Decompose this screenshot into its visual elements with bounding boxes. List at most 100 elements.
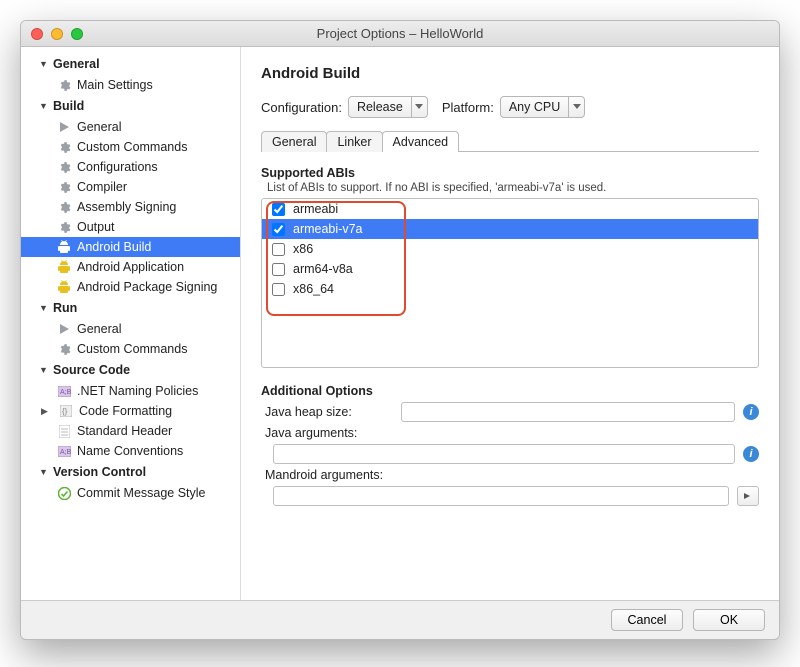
window-title: Project Options – HelloWorld bbox=[21, 26, 779, 41]
sidebar-item-label: .NET Naming Policies bbox=[77, 384, 198, 398]
abi-label: x86 bbox=[293, 242, 313, 256]
abi-checkbox[interactable] bbox=[272, 263, 285, 276]
sidebar-item[interactable]: A;B .NET Naming Policies bbox=[21, 381, 240, 401]
svg-text:A;B: A;B bbox=[60, 449, 71, 456]
play-gray-icon bbox=[57, 322, 71, 336]
gear-icon bbox=[57, 200, 71, 214]
sidebar-item-label: General bbox=[77, 322, 121, 336]
sidebar-item[interactable]: Compiler bbox=[21, 177, 240, 197]
disclosure-triangle-icon: ▼ bbox=[39, 101, 49, 111]
gear-icon bbox=[57, 180, 71, 194]
sidebar-item[interactable]: Main Settings bbox=[21, 75, 240, 95]
svg-text:{}: {} bbox=[62, 407, 68, 416]
disclosure-triangle-icon: ▶ bbox=[41, 406, 51, 417]
abi-label: armeabi-v7a bbox=[293, 222, 362, 236]
java-heap-input[interactable] bbox=[401, 402, 735, 422]
abi-checkbox[interactable] bbox=[272, 243, 285, 256]
sidebar-item-label: Android Application bbox=[77, 260, 184, 274]
abi-label: arm64-v8a bbox=[293, 262, 353, 276]
configuration-select[interactable]: Release bbox=[348, 96, 428, 118]
tag-icon: A;B bbox=[57, 384, 71, 398]
sidebar-group[interactable]: ▼Version Control bbox=[21, 461, 240, 483]
sidebar-item[interactable]: General bbox=[21, 319, 240, 339]
sidebar-item[interactable]: ▶{}Code Formatting bbox=[21, 401, 240, 421]
sidebar-item-label: Compiler bbox=[77, 180, 127, 194]
play-gray-icon bbox=[57, 120, 71, 134]
abi-label: x86_64 bbox=[293, 282, 334, 296]
mandroid-args-label: Mandroid arguments: bbox=[261, 468, 393, 482]
chevron-down-icon bbox=[411, 97, 427, 117]
sidebar-item[interactable]: Commit Message Style bbox=[21, 483, 240, 503]
sidebar-item[interactable]: General bbox=[21, 117, 240, 137]
sidebar-item-label: Android Build bbox=[77, 240, 151, 254]
dialog-window: Project Options – HelloWorld ▼GeneralMai… bbox=[20, 20, 780, 640]
sidebar-item-label: Standard Header bbox=[77, 424, 172, 438]
supported-abis-title: Supported ABIs bbox=[261, 166, 759, 180]
sidebar-item-label: Configurations bbox=[77, 160, 158, 174]
abi-row[interactable]: x86_64 bbox=[262, 279, 758, 299]
sidebar-item[interactable]: Output bbox=[21, 217, 240, 237]
dialog-footer: Cancel OK bbox=[21, 600, 779, 639]
disclosure-triangle-icon: ▼ bbox=[39, 467, 49, 477]
abi-list: armeabi armeabi-v7a x86 arm64-v8a x86_64 bbox=[261, 198, 759, 368]
info-icon[interactable]: i bbox=[743, 404, 759, 420]
sidebar: ▼GeneralMain Settings▼BuildGeneralCustom… bbox=[21, 47, 241, 600]
mandroid-args-input[interactable] bbox=[273, 486, 729, 506]
abi-row[interactable]: arm64-v8a bbox=[262, 259, 758, 279]
abi-checkbox[interactable] bbox=[272, 283, 285, 296]
sidebar-group[interactable]: ▼Run bbox=[21, 297, 240, 319]
gear-icon bbox=[57, 140, 71, 154]
android-yellow-icon bbox=[57, 260, 71, 274]
ok-button[interactable]: OK bbox=[693, 609, 765, 631]
abi-row[interactable]: armeabi-v7a bbox=[262, 219, 758, 239]
sidebar-item-label: General bbox=[77, 120, 121, 134]
info-icon[interactable]: i bbox=[743, 446, 759, 462]
sidebar-item[interactable]: Assembly Signing bbox=[21, 197, 240, 217]
platform-label: Platform: bbox=[442, 100, 494, 115]
sidebar-item-label: Custom Commands bbox=[77, 140, 187, 154]
sidebar-item-label: Output bbox=[77, 220, 115, 234]
sidebar-item[interactable]: Configurations bbox=[21, 157, 240, 177]
abi-checkbox[interactable] bbox=[272, 223, 285, 236]
code-icon: {} bbox=[59, 404, 73, 418]
abi-row[interactable]: x86 bbox=[262, 239, 758, 259]
cancel-button[interactable]: Cancel bbox=[611, 609, 683, 631]
tab[interactable]: General bbox=[261, 131, 327, 152]
sidebar-item-label: Main Settings bbox=[77, 78, 153, 92]
sidebar-item[interactable]: Standard Header bbox=[21, 421, 240, 441]
abi-row[interactable]: armeabi bbox=[262, 199, 758, 219]
tab[interactable]: Advanced bbox=[382, 131, 460, 152]
disclosure-triangle-icon: ▼ bbox=[39, 303, 49, 313]
sidebar-group[interactable]: ▼General bbox=[21, 53, 240, 75]
sidebar-group[interactable]: ▼Source Code bbox=[21, 359, 240, 381]
gear-icon bbox=[57, 342, 71, 356]
sidebar-item-label: Assembly Signing bbox=[77, 200, 176, 214]
sidebar-item[interactable]: Android Package Signing bbox=[21, 277, 240, 297]
sidebar-item[interactable]: Android Application bbox=[21, 257, 240, 277]
svg-text:A;B: A;B bbox=[60, 389, 71, 396]
java-heap-label: Java heap size: bbox=[261, 405, 393, 419]
tab[interactable]: Linker bbox=[326, 131, 382, 152]
sidebar-item[interactable]: Custom Commands bbox=[21, 339, 240, 359]
java-args-input[interactable] bbox=[273, 444, 735, 464]
tab-panel-advanced: Supported ABIs List of ABIs to support. … bbox=[261, 152, 759, 592]
sidebar-item-label: Android Package Signing bbox=[77, 280, 217, 294]
gear-icon bbox=[57, 160, 71, 174]
mandroid-more-button[interactable] bbox=[737, 486, 759, 506]
abi-checkbox[interactable] bbox=[272, 203, 285, 216]
platform-select[interactable]: Any CPU bbox=[500, 96, 585, 118]
tab-bar: GeneralLinkerAdvanced bbox=[261, 130, 759, 152]
configuration-label: Configuration: bbox=[261, 100, 342, 115]
sidebar-item[interactable]: Custom Commands bbox=[21, 137, 240, 157]
sidebar-item[interactable]: Android Build bbox=[21, 237, 240, 257]
content-pane: Android Build Configuration: Release Pla… bbox=[241, 47, 779, 600]
doc-icon bbox=[57, 424, 71, 438]
sidebar-item[interactable]: A;BName Conventions bbox=[21, 441, 240, 461]
sidebar-group[interactable]: ▼Build bbox=[21, 95, 240, 117]
abi-label: armeabi bbox=[293, 202, 338, 216]
check-green-icon bbox=[57, 486, 71, 500]
tag2-icon: A;B bbox=[57, 444, 71, 458]
sidebar-item-label: Custom Commands bbox=[77, 342, 187, 356]
android-green-icon bbox=[57, 240, 71, 254]
gear-icon bbox=[57, 220, 71, 234]
